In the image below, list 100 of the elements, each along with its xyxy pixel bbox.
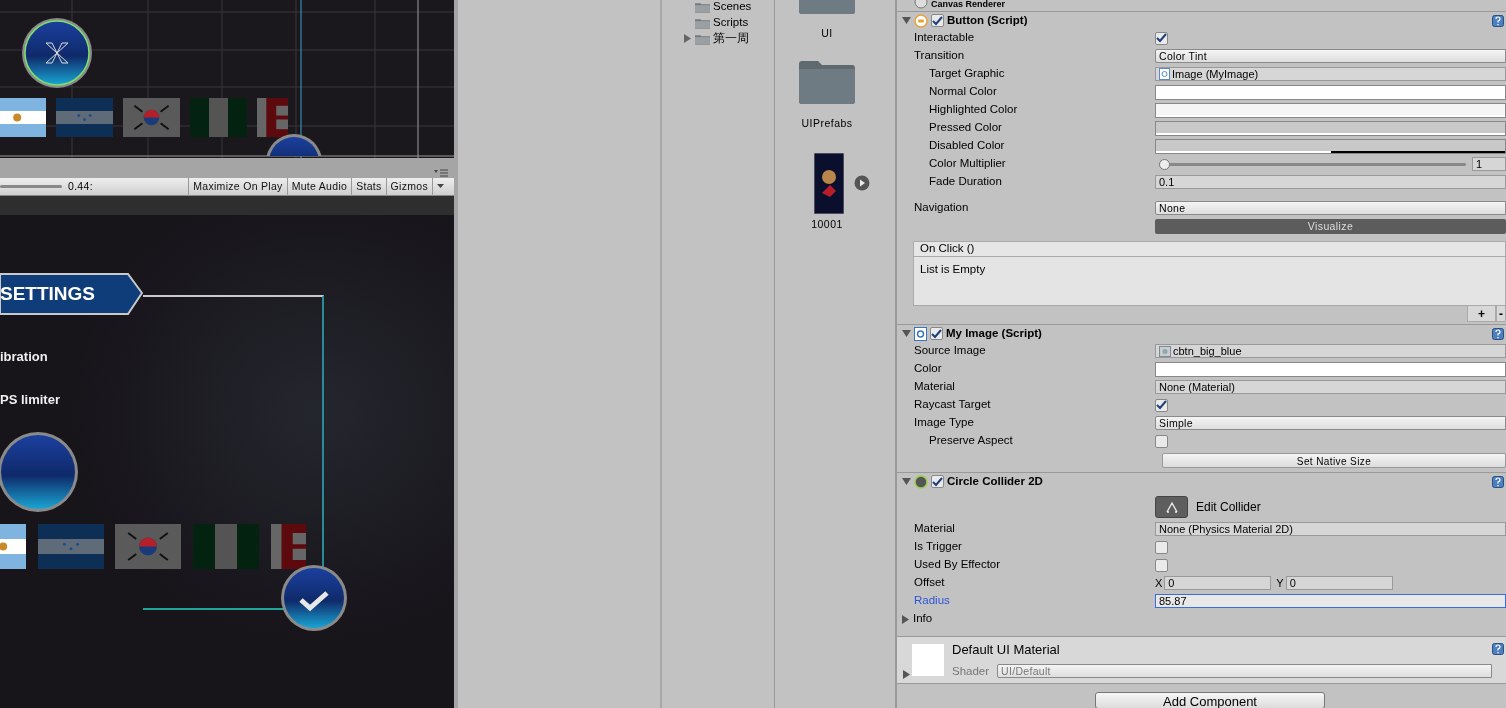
add-component-button[interactable]: Add Component xyxy=(1095,692,1325,708)
number-field[interactable]: 0 xyxy=(1285,576,1393,590)
toolbar-button[interactable]: Stats xyxy=(351,177,386,196)
confirm-button[interactable] xyxy=(281,565,347,631)
toolbar-button[interactable]: Maximize On Play xyxy=(188,177,287,196)
option-label: PS limiter xyxy=(0,391,60,409)
component-title: My Image (Script) xyxy=(946,325,1042,341)
foldout-arrow[interactable] xyxy=(902,329,911,338)
button-component-icon xyxy=(914,13,928,28)
flag-icon xyxy=(271,524,306,569)
checkbox[interactable] xyxy=(1155,31,1168,45)
script-icon xyxy=(1159,68,1170,80)
property-label: Image Type xyxy=(914,415,974,431)
help-icon[interactable] xyxy=(1492,14,1504,27)
toolbar-button[interactable]: Mute Audio xyxy=(286,177,352,196)
property-label: Disabled Color xyxy=(929,138,1005,154)
checkbox[interactable] xyxy=(1155,540,1168,554)
color-field[interactable] xyxy=(1155,102,1506,118)
sprite-thumbnail[interactable] xyxy=(814,152,844,214)
property-label: Info xyxy=(913,611,933,627)
text-field[interactable]: 0.1 xyxy=(1155,175,1506,189)
object-field[interactable]: Image (MyImage) xyxy=(1155,67,1506,81)
color-field[interactable] xyxy=(1155,84,1506,100)
property-label: Material xyxy=(914,379,955,395)
option-label: ibration xyxy=(0,348,48,366)
material-name: Default UI Material xyxy=(952,641,1061,660)
foldout-arrow[interactable] xyxy=(902,16,911,25)
checkbox[interactable] xyxy=(1155,434,1168,448)
color-field[interactable] xyxy=(1155,361,1506,377)
flag-icon xyxy=(190,98,247,137)
color-field[interactable] xyxy=(1155,120,1506,136)
property-label: Preserve Aspect xyxy=(929,433,1013,449)
folder-name[interactable]: 第一周 xyxy=(713,30,749,48)
dropdown-field[interactable]: None xyxy=(1155,201,1506,215)
foldout-arrow[interactable] xyxy=(901,614,910,624)
property-label: Material xyxy=(914,521,955,537)
slider-thumb[interactable] xyxy=(1159,158,1170,170)
color-field[interactable] xyxy=(1155,138,1506,154)
edit-collider-button[interactable] xyxy=(1155,496,1188,518)
property-label: Navigation xyxy=(914,200,969,216)
asset-name[interactable]: UIPrefabs xyxy=(801,115,853,132)
shape-icon xyxy=(1164,501,1179,513)
asset-name[interactable]: UI xyxy=(821,26,833,42)
image-icon xyxy=(1159,345,1171,357)
object-field[interactable]: None (Physics Material 2D) xyxy=(1155,522,1506,536)
property-label: Target Graphic xyxy=(929,66,1005,82)
checkbox[interactable] xyxy=(931,14,944,27)
slider-track[interactable] xyxy=(0,185,62,188)
expand-arrow[interactable] xyxy=(684,32,692,46)
edit-collider-label: Edit Collider xyxy=(1196,499,1261,516)
visualize-toggle[interactable]: Visualize xyxy=(1155,218,1506,234)
foldout-arrow[interactable] xyxy=(902,670,911,679)
component-title: Button (Script) xyxy=(947,12,1028,28)
checkbox[interactable] xyxy=(931,475,944,488)
dropdown-field[interactable]: Color Tint xyxy=(1155,49,1506,63)
material-preview xyxy=(912,644,944,676)
scene-view[interactable] xyxy=(0,0,454,158)
asset-name[interactable]: 10001 xyxy=(811,216,843,233)
number-field[interactable]: 0 xyxy=(1164,576,1272,590)
flag-icon xyxy=(123,98,180,137)
event-header: On Click () xyxy=(914,242,1505,257)
checkbox[interactable] xyxy=(1155,558,1168,572)
property-label: Normal Color xyxy=(929,84,997,100)
object-field[interactable]: None (Material) xyxy=(1155,380,1506,394)
property-label: Is Trigger xyxy=(914,539,962,555)
flag-icon xyxy=(38,524,104,569)
folder-name[interactable]: Scenes xyxy=(713,0,752,16)
menu-icon[interactable] xyxy=(434,169,448,177)
checkbox[interactable] xyxy=(1155,398,1168,412)
folder-icon xyxy=(695,17,710,29)
folder-name[interactable]: Scripts xyxy=(713,14,749,32)
flag-icon xyxy=(257,98,288,137)
property-label: Transition xyxy=(914,48,965,64)
property-label: Highlighted Color xyxy=(929,102,1018,118)
add-button[interactable]: + xyxy=(1467,306,1496,322)
foldout-arrow[interactable] xyxy=(902,477,911,486)
action-button[interactable]: Set Native Size xyxy=(1162,452,1506,468)
dropdown-field[interactable]: Simple xyxy=(1155,416,1506,430)
flag-icon xyxy=(56,98,113,137)
property-label: Used By Effector xyxy=(914,557,1001,573)
remove-button[interactable]: - xyxy=(1496,306,1506,322)
number-field[interactable]: 1 xyxy=(1472,157,1506,171)
flag-icon xyxy=(0,524,26,569)
text-field[interactable]: 85.87 xyxy=(1155,594,1506,608)
shader-dropdown[interactable]: UI/Default xyxy=(997,664,1492,679)
property-label: Interactable xyxy=(914,30,975,46)
property-label: Source Image xyxy=(914,343,986,359)
property-label: Pressed Color xyxy=(929,120,1002,136)
script-icon xyxy=(914,326,927,341)
folder-icon[interactable] xyxy=(798,59,856,104)
help-icon[interactable] xyxy=(1492,327,1504,340)
play-button[interactable] xyxy=(854,175,870,191)
help-icon[interactable] xyxy=(1492,475,1504,488)
checkbox[interactable] xyxy=(930,327,943,340)
help-icon[interactable] xyxy=(1492,643,1504,655)
circle-icon xyxy=(914,474,928,489)
round-button[interactable] xyxy=(0,430,80,514)
toolbar-button[interactable]: Gizmos xyxy=(385,177,432,196)
object-field[interactable]: cbtn_big_blue xyxy=(1155,344,1506,358)
property-label: Fade Duration xyxy=(929,174,1002,190)
